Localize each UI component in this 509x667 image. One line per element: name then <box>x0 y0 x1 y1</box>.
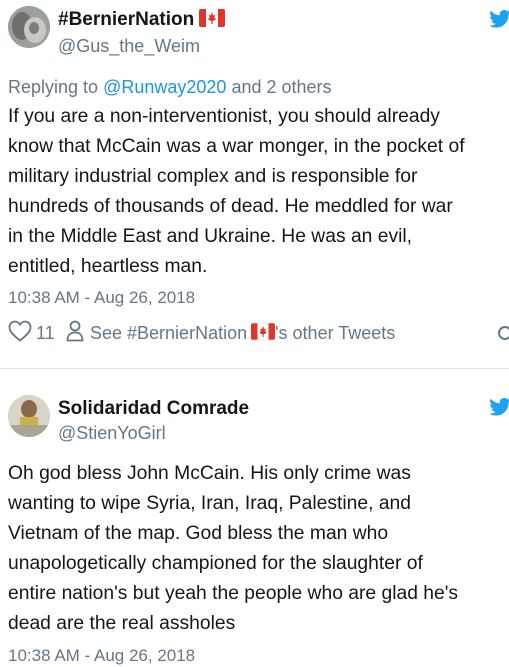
author-name[interactable]: Solidaridad Comrade <box>58 398 249 420</box>
reply-others-link[interactable]: and 2 others <box>231 77 331 97</box>
author-handle[interactable]: @Gus_the_Weim <box>58 36 200 57</box>
timestamp-link[interactable]: 10:38 AM - Aug 26, 2018 <box>8 288 195 308</box>
tweet-card: #BernierNation @Gus_the_Weim Replying to… <box>0 0 509 368</box>
reply-mention-link[interactable]: @Runway2020 <box>103 77 226 97</box>
tweet-text-line: dead are the real assholes <box>8 613 236 634</box>
tweet-text-line: hundreds of thousands of dead. He meddle… <box>8 196 453 217</box>
tweet-text-line: wanting to wipe Syria, Iran, Iraq, Pales… <box>8 493 411 514</box>
reply-context: Replying to @Runway2020 and 2 others <box>8 77 332 97</box>
info-icon[interactable] <box>498 326 509 340</box>
author-name[interactable]: #BernierNation <box>58 9 226 33</box>
heart-icon <box>8 320 32 347</box>
avatar-image <box>8 395 50 437</box>
twitter-bird-icon[interactable] <box>489 10 509 28</box>
timestamp-link[interactable]: 10:38 AM - Aug 26, 2018 <box>8 646 195 666</box>
tweet-text: If you are a non-interventionist, you sh… <box>8 102 465 282</box>
avatar[interactable] <box>8 6 50 48</box>
person-icon <box>66 320 84 347</box>
tweet-divider <box>0 368 509 369</box>
author-handle[interactable]: @StienYoGirl <box>58 423 166 444</box>
canada-flag-icon <box>251 322 276 345</box>
tweet-text-line: entitled, heartless man. <box>8 256 208 277</box>
tweet-text-line: Vietnam of the map. God bless the man wh… <box>8 523 389 544</box>
tweet-text-line: in the Middle East and Ukraine. He was a… <box>8 226 413 247</box>
avatar[interactable] <box>8 395 50 437</box>
tweet-text: Oh god bless John McCain. His only crime… <box>8 459 458 639</box>
tweet-text-line: unapologetically championed for the slau… <box>8 553 423 574</box>
see-other-tweets-link[interactable]: See #BernierNation 's other Tweets <box>66 320 395 347</box>
tweet-text-line: entire nation's but yeah the people who … <box>8 583 459 604</box>
tweet-text-line: military industrial complex and is respo… <box>8 166 418 187</box>
tweet-text-line: know that McCain was a war monger, in th… <box>8 136 465 157</box>
like-count: 11 <box>36 323 55 343</box>
tweet-text-line: If you are a non-interventionist, you sh… <box>8 106 440 127</box>
like-button[interactable]: 11 <box>8 320 55 347</box>
twitter-bird-icon[interactable] <box>489 398 509 416</box>
canada-flag-icon <box>199 9 226 33</box>
tweet-text-line: Oh god bless John McCain. His only crime… <box>8 463 411 484</box>
avatar-image <box>8 6 50 48</box>
